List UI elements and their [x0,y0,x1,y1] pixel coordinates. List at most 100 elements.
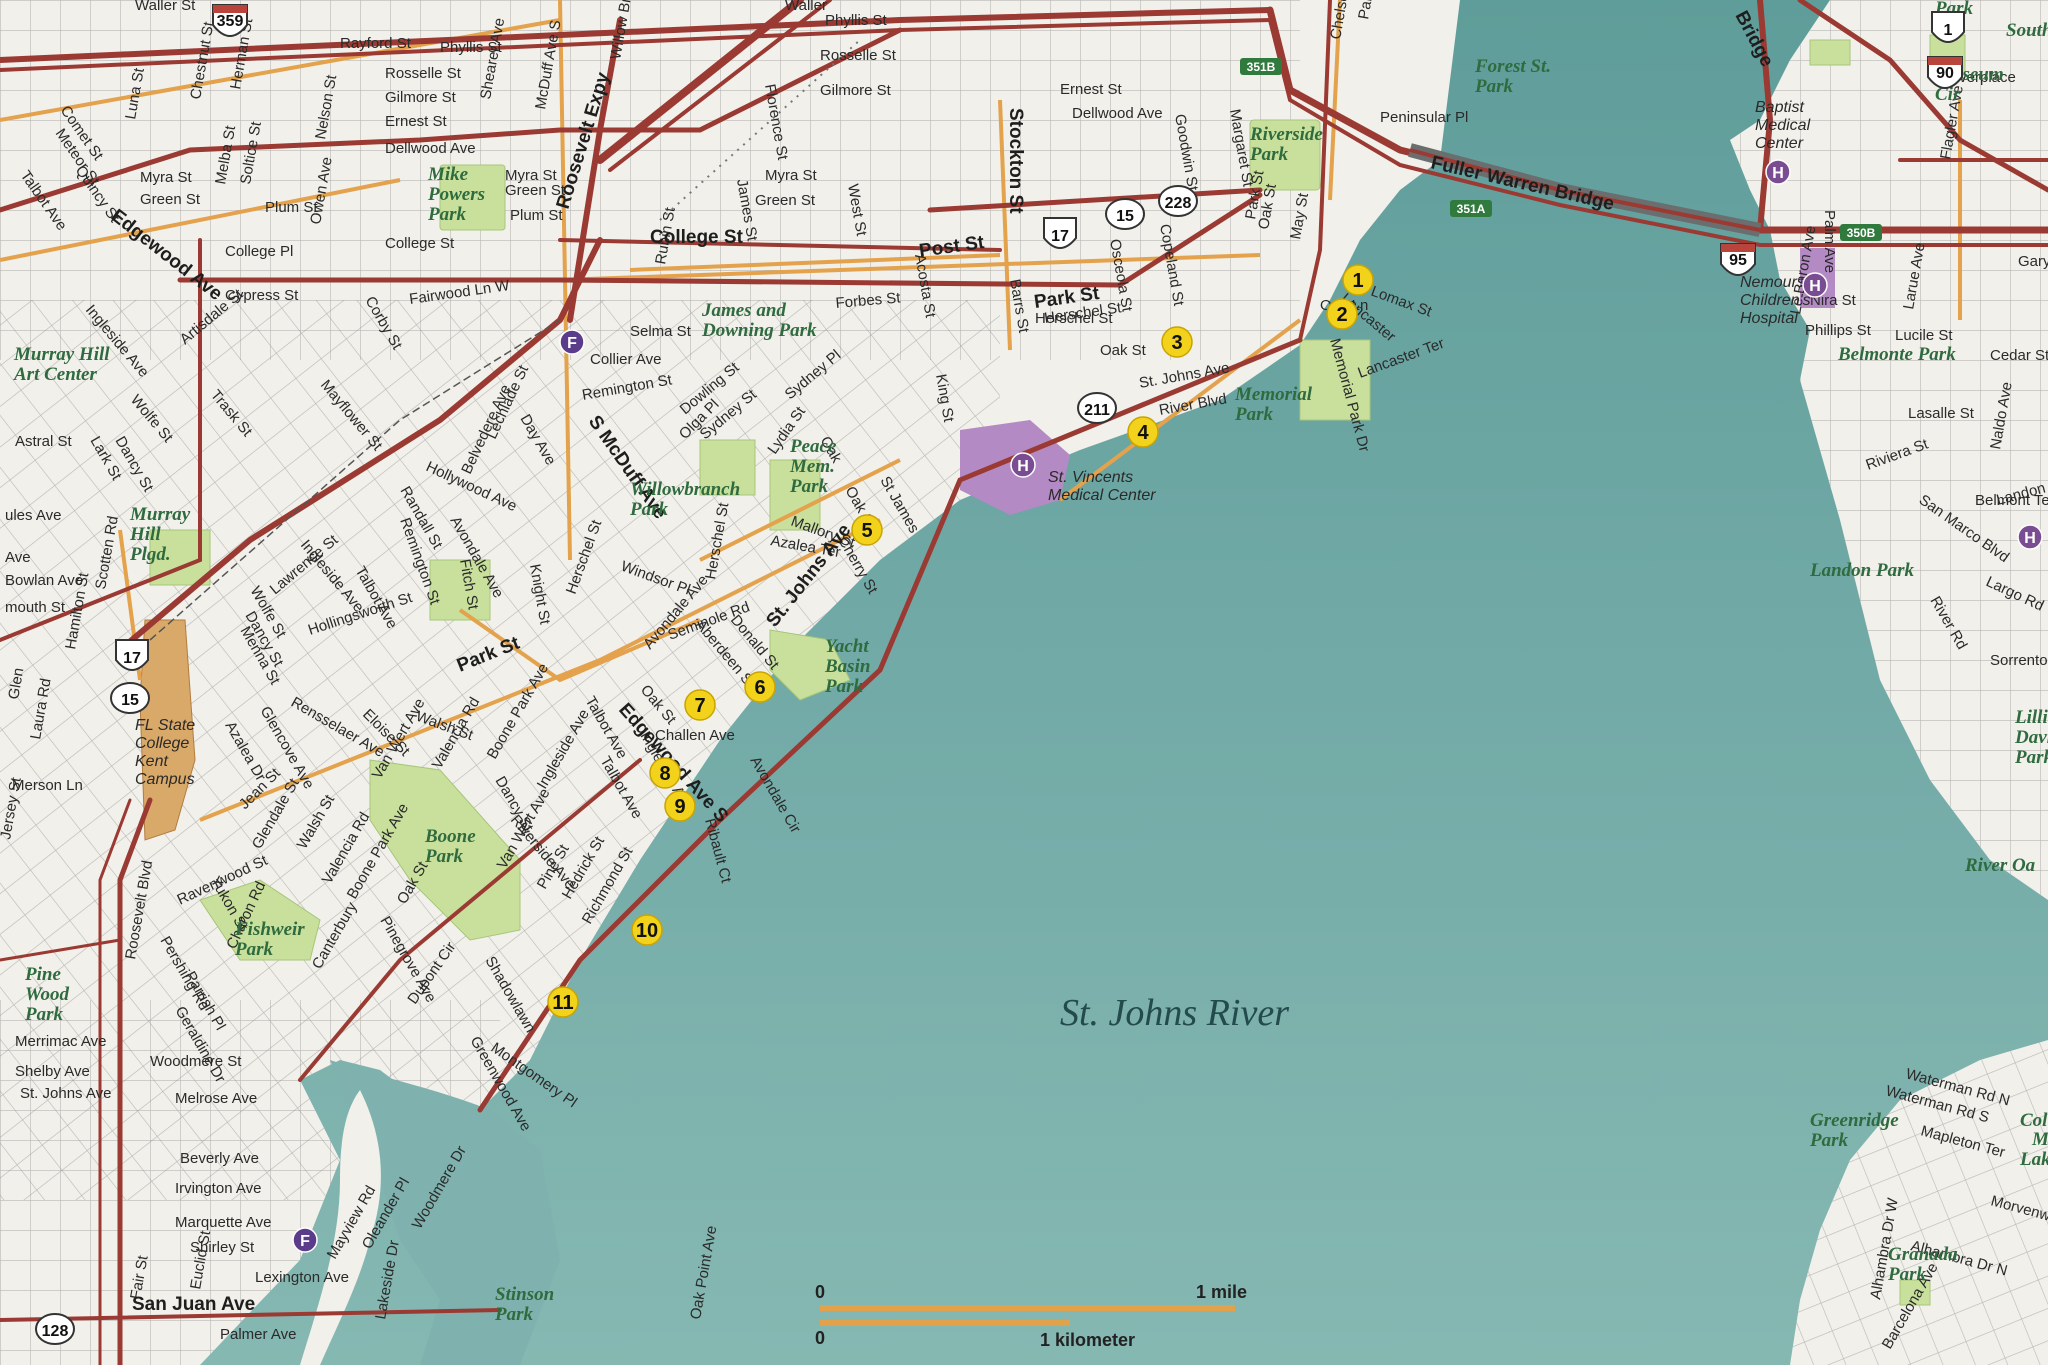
park-label-murray-hill-plgd-line: Hill [129,524,161,545]
street-label-s115: Merrimac Ave [15,1033,106,1050]
location-marker-9[interactable]: 9 [664,790,696,822]
street-label-s144: Sorrento [1990,652,2048,669]
place-label-river-oaks: River Oa [1964,855,2036,876]
park-label-yacht-basin-park-line: Basin [824,656,870,677]
fire-station-icon[interactable]: F [559,329,585,355]
fire-station-icon[interactable]: F [292,1227,318,1253]
hospital-icon[interactable]: H [1802,272,1828,298]
location-marker-8[interactable]: 8 [649,757,681,789]
hospital-icon[interactable]: H [1010,452,1036,478]
location-marker-number: 9 [674,796,685,818]
park-label-granada-park-line: Granada [1888,1244,1958,1265]
park-label-boone-park-line: Park [424,846,464,867]
park-label-lillian-davin-park-line: Davin [2014,727,2048,748]
location-marker-5[interactable]: 5 [851,514,883,546]
location-marker-number: 11 [552,992,573,1014]
street-label-s174: Rosselle St [820,47,897,64]
place-label-col-edge-line: Col [2020,1110,2048,1131]
park-label-forest-st-park-line: Park [1474,76,1514,97]
street-label-s9: Green St [140,191,201,208]
park-label-lillian-davin-park: LillianDavinPark [2014,707,2048,768]
park-label-james-and-downing-park-line: Downing Park [701,320,817,341]
street-label-s179: Bowlan Ave [5,572,83,589]
place-label-baptist-medical-line: Medical [1755,117,1811,134]
park-label-pine-wood-park-line: Wood [25,984,69,1005]
exit-badge-text: 351A [1457,202,1486,216]
park-label-willowbranch-park-line: Park [629,499,669,520]
highway-shield-number: 15 [121,692,139,709]
park-label-riverside-park-line: Riverside [1249,124,1323,145]
location-marker-6[interactable]: 6 [744,671,776,703]
park-label-fishweir-park-line: Fishweir [234,919,305,940]
location-marker-1[interactable]: 1 [1342,264,1374,296]
street-label-s142: Belmont Ter [1975,492,2048,509]
highway-shield-sr211: 211 [1077,392,1117,424]
street-label-s117: Shelby Ave [15,1063,90,1080]
place-label-baptist-medical: Baptist Medical Center [1755,99,1811,152]
park-label-mike-powers-park-line: Powers [427,184,485,205]
street-label-s56: Astral St [15,433,73,450]
street-label-s2: Rayford St [340,35,412,52]
location-marker-11[interactable]: 11 [547,986,579,1018]
place-label-fl-state-college-line: Campus [135,771,195,788]
location-marker-2[interactable]: 2 [1326,298,1358,330]
park-label-murray-hill-art-center: Murray Hill Art Center [13,344,110,385]
street-label-s25: Peninsular Pl [1380,109,1468,126]
location-marker-10[interactable]: 10 [631,914,663,946]
hospital-icon[interactable]: H [1765,159,1791,185]
location-marker-7[interactable]: 7 [684,689,716,721]
street-label-s177: Dellwood Ave [1072,105,1163,122]
park-label-memorial-park-line: Memorial [1234,384,1313,405]
park-label-landon-park: Landon Park [1809,560,1914,581]
park-label-mike-powers-park-line: Mike [427,164,469,185]
street-label-s176: Ernest St [1060,81,1123,98]
place-label-nemours-line: Nemours [1740,274,1805,291]
street-label-s136: Cedar St [1990,347,2048,364]
park-label-belmonte-park: Belmonte Park [1837,344,1956,365]
place-label-nemours-line: Children's [1740,292,1811,309]
park-label-willowbranch-park-line: Willowbranch [630,479,740,500]
park-label-greenridge-park-line: Greenridge [1810,1110,1899,1131]
street-label-s122: Marquette Ave [175,1214,271,1231]
park-label-riverside-park-line: Park [1249,144,1289,165]
interstate-shield-band [213,5,247,13]
hospital-icon[interactable]: H [2017,524,2043,550]
street-label-s173: Gilmore St [820,82,892,99]
fire-station-icon-glyph: F [567,335,577,352]
scale-km-label: 1 kilometer [1040,1330,1135,1350]
park-label-lillian-davin-park-line: Lillian [2014,707,2048,728]
location-marker-3[interactable]: 3 [1161,326,1193,358]
highway-shield-number: 228 [1165,195,1192,212]
street-label-s145: Palm Ave [1821,210,1838,273]
highway-shield-number: 95 [1729,252,1747,269]
place-label-lake-edge: Lake [2019,1149,2048,1170]
park-label-boone-park-line: Boone [424,826,476,847]
street-label-s7: Dellwood Ave [385,140,476,157]
highway-shield-number: 1 [1944,22,1953,39]
park-label-fishweir-park-line: Park [234,939,274,960]
street-label-s171: Myra St [765,167,818,184]
street-label-s15: Selma St [630,323,692,340]
street-label-s116: Woodmere St [150,1053,242,1070]
park-label-pine-wood-park-line: Pine [24,964,61,985]
street-label-s5: Gilmore St [385,89,457,106]
park-label-lillian-davin-park-line: Park [2014,747,2048,768]
park-label-forest-st-park-line: Forest St. [1474,56,1551,77]
street-label-s181: ules Ave [5,507,61,524]
park-label-murray-hill-plgd-line: Murray [129,504,191,525]
highway-shield-number: 15 [1116,208,1134,225]
location-marker-number: 2 [1336,304,1347,326]
park-label-landon-park-line: Landon Park [1809,560,1914,581]
street-label-s137: Lasalle St [1908,405,1975,422]
location-marker-4[interactable]: 4 [1127,416,1159,448]
street-label-s172: Green St [755,192,816,209]
scale-zero-top: 0 [815,1282,825,1302]
place-label-nemours-line: Hospital [1740,310,1798,327]
street-label-s6: Ernest St [385,113,448,130]
highway-shield-number: 90 [1936,65,1954,82]
park-label-pine-wood-park-line: Park [24,1004,64,1025]
highway-shield-sr15-a: 15 [1105,198,1145,230]
street-map[interactable]: St. Johns River 0 1 mile 0 1 kilometer W… [0,0,2048,1365]
scale-mile-bar [820,1305,1235,1311]
street-label-s8: Myra St [140,169,193,186]
